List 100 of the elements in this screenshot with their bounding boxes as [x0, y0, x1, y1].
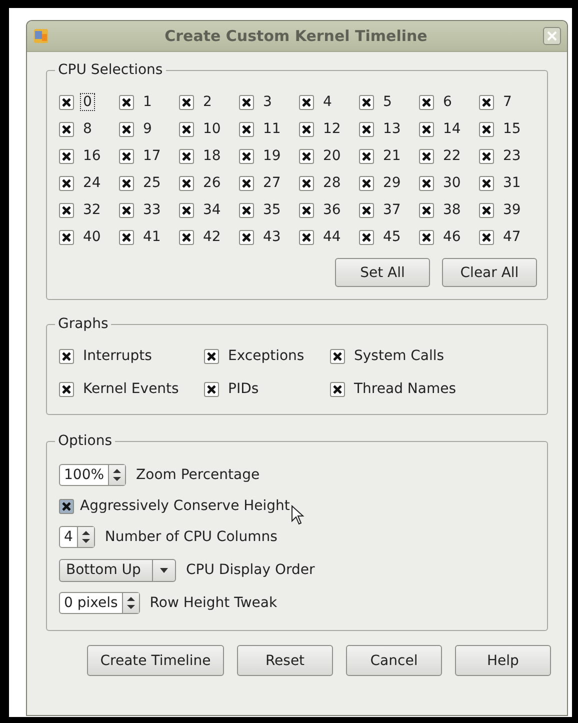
checkbox[interactable] — [299, 176, 314, 190]
checkbox-label: Kernel Events — [82, 380, 180, 398]
action-button[interactable]: Clear All — [442, 258, 537, 287]
checkbox-label: 22 — [442, 147, 462, 165]
spin-box[interactable]: 100% — [59, 464, 126, 486]
checkbox-label: 14 — [442, 120, 462, 138]
checkbox[interactable] — [59, 230, 74, 244]
checkbox[interactable] — [239, 202, 254, 218]
window-title: Create Custom Kernel Timeline — [164, 27, 428, 45]
checkbox[interactable] — [179, 94, 194, 110]
checkbox-label: 38 — [442, 201, 462, 219]
dialog-button[interactable]: Cancel — [346, 645, 442, 676]
checkbox[interactable] — [119, 122, 134, 136]
checkbox[interactable] — [59, 498, 74, 514]
checkbox[interactable] — [299, 148, 314, 164]
checkbox[interactable] — [479, 230, 494, 244]
checkbox[interactable] — [479, 176, 494, 190]
checkbox-label: 27 — [262, 174, 282, 192]
checkbox-label: 36 — [322, 201, 342, 219]
checkbox[interactable] — [239, 122, 254, 136]
checkbox[interactable] — [59, 148, 74, 164]
checkbox-label: 42 — [202, 228, 222, 246]
checkbox-label: 13 — [382, 120, 402, 138]
dialog-button[interactable]: Help — [455, 645, 551, 676]
checkbox-label: Exceptions — [227, 347, 306, 365]
checkbox[interactable] — [119, 94, 134, 110]
checkbox-label: 39 — [502, 201, 522, 219]
checkbox[interactable] — [119, 176, 134, 190]
checkbox[interactable] — [59, 348, 74, 364]
checkbox[interactable] — [359, 94, 374, 110]
checkbox[interactable] — [179, 202, 194, 218]
checkbox[interactable] — [59, 382, 74, 396]
mouse-cursor-icon — [291, 505, 305, 525]
checkbox[interactable] — [179, 148, 194, 164]
dialog-button[interactable]: Reset — [237, 645, 333, 676]
checkbox[interactable] — [299, 202, 314, 218]
close-button[interactable] — [543, 27, 561, 45]
field-label: Row Height Tweak — [150, 595, 278, 611]
checkbox[interactable] — [59, 122, 74, 136]
spin-arrows-icon — [126, 596, 136, 610]
checkbox[interactable] — [419, 176, 434, 190]
checkbox[interactable] — [239, 230, 254, 244]
checkbox[interactable] — [299, 230, 314, 244]
checkbox[interactable] — [479, 202, 494, 218]
checkbox[interactable] — [119, 230, 134, 244]
app-icon — [33, 28, 49, 44]
checkbox[interactable] — [359, 148, 374, 164]
checkbox[interactable] — [299, 94, 314, 110]
checkbox[interactable] — [119, 148, 134, 164]
checkbox[interactable] — [330, 382, 345, 396]
action-button[interactable]: Set All — [335, 258, 430, 287]
checkbox-label: 5 — [382, 93, 393, 111]
checkbox-label: 1 — [142, 93, 153, 111]
checkbox-label: 20 — [322, 147, 342, 165]
dialog-button[interactable]: Create Timeline — [87, 645, 224, 676]
checkbox[interactable] — [179, 122, 194, 136]
checkbox[interactable] — [419, 230, 434, 244]
spin-box[interactable]: 4 — [59, 526, 95, 548]
checkbox-label: 23 — [502, 147, 522, 165]
checkbox-label: 26 — [202, 174, 222, 192]
checkbox[interactable] — [239, 176, 254, 190]
checkbox[interactable] — [330, 348, 345, 364]
checkbox[interactable] — [419, 202, 434, 218]
checkbox[interactable] — [59, 176, 74, 190]
checkbox[interactable] — [179, 176, 194, 190]
field-label: CPU Display Order — [186, 562, 315, 578]
checkbox-label: 28 — [322, 174, 342, 192]
caret-icon — [160, 568, 168, 572]
checkbox[interactable] — [419, 94, 434, 110]
checkbox[interactable] — [479, 122, 494, 136]
spin-box[interactable]: 0 pixels — [59, 592, 140, 614]
checkbox[interactable] — [479, 94, 494, 110]
checkbox-label: 18 — [202, 147, 222, 165]
checkbox[interactable] — [359, 176, 374, 190]
checkbox[interactable] — [479, 148, 494, 164]
checkbox[interactable] — [419, 148, 434, 164]
checkbox-label: 33 — [142, 201, 162, 219]
checkbox[interactable] — [59, 202, 74, 218]
checkbox[interactable] — [359, 122, 374, 136]
checkbox-label: 15 — [502, 120, 522, 138]
checkbox-label: Interrupts — [82, 347, 153, 365]
checkbox[interactable] — [204, 348, 219, 364]
checkbox[interactable] — [359, 230, 374, 244]
checkbox[interactable] — [359, 202, 374, 218]
dropdown[interactable]: Bottom Up — [59, 558, 176, 582]
checkbox-label: 31 — [502, 174, 522, 192]
checkbox-label: 30 — [442, 174, 462, 192]
checkbox-label: System Calls — [353, 347, 446, 365]
checkbox[interactable] — [239, 148, 254, 164]
checkbox[interactable] — [59, 94, 74, 110]
close-icon — [546, 30, 558, 42]
checkbox[interactable] — [239, 94, 254, 110]
checkbox[interactable] — [119, 202, 134, 218]
checkbox[interactable] — [299, 122, 314, 136]
checkbox-label: 43 — [262, 228, 282, 246]
checkbox[interactable] — [179, 230, 194, 244]
checkbox[interactable] — [419, 122, 434, 136]
checkbox-label: 17 — [142, 147, 162, 165]
checkbox-label: 0 — [80, 93, 95, 111]
checkbox[interactable] — [204, 382, 219, 396]
